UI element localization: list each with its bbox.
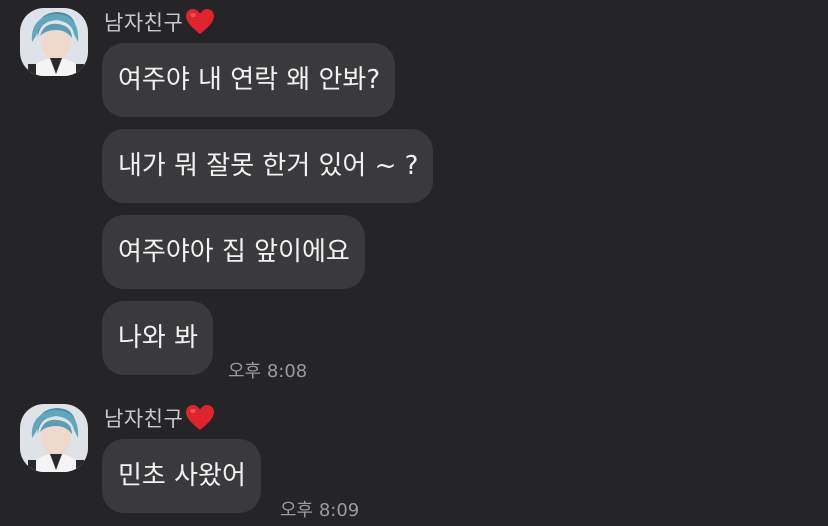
message-text: 여주야아 집 앞이에요 — [118, 237, 350, 267]
message-bubble[interactable]: 여주야 내 연락 왜 안봐? — [102, 43, 396, 117]
message-timestamp: 오후 8:08 — [228, 361, 308, 382]
sender-name: 남자친구 — [104, 11, 184, 35]
sender-avatar[interactable] — [20, 404, 88, 472]
red-heart-icon — [185, 9, 215, 35]
message-bubble[interactable]: 나와 봐 — [102, 301, 214, 375]
sender-name-row: 남자친구 — [104, 405, 215, 431]
avatar-photo — [20, 404, 88, 472]
sender-name-row: 남자친구 — [104, 9, 215, 35]
message-bubble[interactable]: 내가 뭐 잘못 한거 있어 ~ ? — [102, 129, 434, 203]
message-bubble[interactable]: 여주야아 집 앞이에요 — [102, 215, 365, 289]
message-text: 나와 봐 — [118, 323, 199, 353]
red-heart-icon — [185, 405, 215, 431]
message-text: 내가 뭐 잘못 한거 있어 ~ ? — [118, 151, 419, 181]
message-timestamp: 오후 8:09 — [280, 500, 360, 521]
message-bubble[interactable]: 민초 사왔어 — [102, 439, 261, 513]
sender-avatar[interactable] — [20, 8, 88, 76]
message-text: 여주야 내 연락 왜 안봐? — [118, 65, 381, 95]
avatar-photo — [20, 8, 88, 76]
message-text: 민초 사왔어 — [118, 461, 246, 491]
sender-name: 남자친구 — [104, 407, 184, 431]
